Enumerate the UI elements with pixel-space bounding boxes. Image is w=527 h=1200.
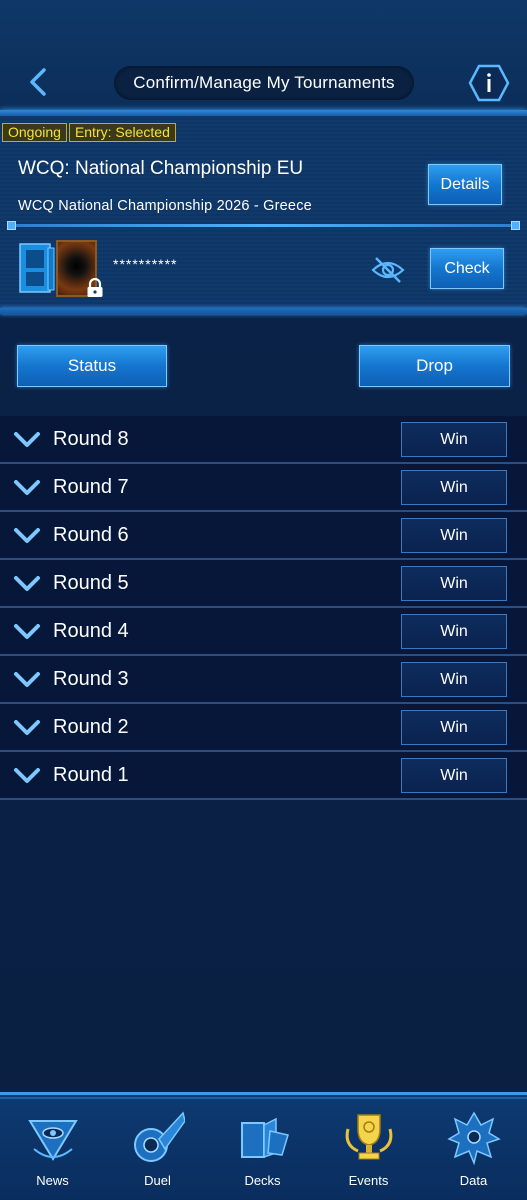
visibility-toggle[interactable] [370, 254, 406, 286]
round-result-button[interactable]: Win [401, 470, 507, 505]
nav-label: Events [348, 1173, 389, 1188]
round-row[interactable]: Round 8 Win [0, 416, 527, 464]
round-row[interactable]: Round 7 Win [0, 464, 527, 512]
deck-case-icon [19, 243, 55, 293]
duel-disk-icon [134, 1111, 185, 1162]
details-button[interactable]: Details [428, 164, 502, 205]
nav-item-data[interactable]: Data [421, 1095, 526, 1200]
eye-off-icon [371, 257, 405, 283]
round-row[interactable]: Round 3 Win [0, 656, 527, 704]
deck-password: ********** [113, 256, 178, 272]
status-badge-ongoing: Ongoing [2, 123, 67, 142]
rounds-list: Round 8 Win Round 7 Win Round 6 Win Roun… [0, 416, 527, 800]
bottom-nav: News Duel Decks Events Data [0, 1092, 527, 1200]
nav-label: Data [459, 1173, 488, 1188]
nav-item-events[interactable]: Events [316, 1095, 421, 1200]
chevron-down-icon [14, 528, 40, 543]
info-button[interactable] [468, 64, 510, 102]
millennium-eye-icon [28, 1120, 78, 1161]
back-button[interactable] [22, 64, 54, 100]
round-label: Round 4 [53, 620, 129, 642]
chevron-down-icon [14, 624, 40, 639]
header-bar: Confirm/Manage My Tournaments [0, 0, 527, 112]
chevron-down-icon [14, 480, 40, 495]
tournament-subtitle: WCQ National Championship 2026 - Greece [18, 198, 312, 214]
nav-label: Duel [144, 1173, 171, 1188]
chevron-down-icon [14, 720, 40, 735]
check-button[interactable]: Check [430, 248, 504, 289]
cards-icon [241, 1117, 289, 1159]
monster-icon [447, 1111, 501, 1166]
panel-divider [7, 221, 520, 230]
trophy-icon [345, 1114, 393, 1160]
round-label: Round 7 [53, 476, 129, 498]
status-badges: Ongoing Entry: Selected [2, 123, 176, 142]
round-label: Round 1 [53, 764, 129, 786]
info-icon [468, 64, 510, 102]
round-row[interactable]: Round 1 Win [0, 752, 527, 800]
nav-item-decks[interactable]: Decks [210, 1095, 315, 1200]
round-label: Round 3 [53, 668, 129, 690]
round-row[interactable]: Round 2 Win [0, 704, 527, 752]
drop-button[interactable]: Drop [359, 345, 510, 387]
chevron-down-icon [14, 576, 40, 591]
round-label: Round 2 [53, 716, 129, 738]
nav-item-news[interactable]: News [0, 1095, 105, 1200]
round-result-button[interactable]: Win [401, 566, 507, 601]
page-title: Confirm/Manage My Tournaments [114, 66, 414, 100]
chevron-down-icon [14, 432, 40, 447]
chevron-down-icon [14, 768, 40, 783]
round-result-button[interactable]: Win [401, 758, 507, 793]
status-button[interactable]: Status [17, 345, 167, 387]
chevron-down-icon [14, 672, 40, 687]
round-result-button[interactable]: Win [401, 518, 507, 553]
lock-icon [87, 278, 103, 297]
round-label: Round 8 [53, 428, 129, 450]
nav-item-duel[interactable]: Duel [105, 1095, 210, 1200]
round-result-button[interactable]: Win [401, 662, 507, 697]
round-row[interactable]: Round 4 Win [0, 608, 527, 656]
tournament-name: WCQ: National Championship EU [18, 158, 304, 179]
round-result-button[interactable]: Win [401, 710, 507, 745]
nav-label: News [36, 1173, 69, 1188]
status-badge-entry: Entry: Selected [68, 123, 176, 142]
round-result-button[interactable]: Win [401, 614, 507, 649]
round-label: Round 5 [53, 572, 129, 594]
round-row[interactable]: Round 6 Win [0, 512, 527, 560]
nav-label: Decks [244, 1173, 281, 1188]
round-result-button[interactable]: Win [401, 422, 507, 457]
round-label: Round 6 [53, 524, 129, 546]
panel-bottom-edge [0, 308, 527, 314]
chevron-left-icon [30, 68, 46, 96]
round-row[interactable]: Round 5 Win [0, 560, 527, 608]
